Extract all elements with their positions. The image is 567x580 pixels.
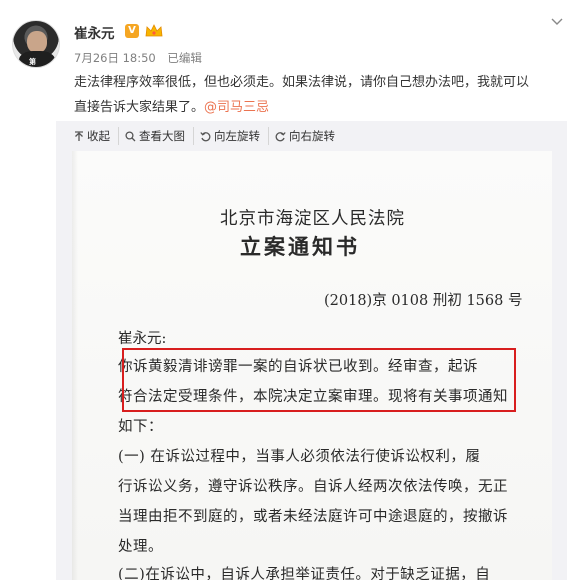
view-large-button[interactable]: 查看大图 xyxy=(125,127,194,145)
post-date[interactable]: 7月26日 18:50 xyxy=(74,51,156,65)
post-meta: 7月26日 18:50 已编辑 xyxy=(74,50,210,66)
image-toolbar: 收起 查看大图 向左旋转 向右旋转 xyxy=(56,121,567,151)
document-title: 立案通知书 xyxy=(240,234,360,259)
rotate-left-label: 向左旋转 xyxy=(214,129,260,143)
court-name: 北京市海淀区人民法院 xyxy=(220,209,405,229)
crown-icon[interactable] xyxy=(145,24,163,38)
avatar-watermark: 第 xyxy=(29,58,36,66)
media-panel: 收起 查看大图 向左旋转 向右旋转 北京市海淀区人民法院 立案通知书 (2018… xyxy=(56,121,567,580)
weibo-post-header: 第 崔永元 V 7月26日 18:50 已编辑 走法律程序效率很低，但也必须走。… xyxy=(0,0,567,122)
avatar-body xyxy=(19,51,55,67)
verified-v-icon[interactable]: V xyxy=(125,24,139,38)
collapse-label: 收起 xyxy=(87,129,110,143)
collapse-button[interactable]: 收起 xyxy=(74,127,119,145)
view-large-label: 查看大图 xyxy=(139,129,185,143)
document-image[interactable]: 北京市海淀区人民法院 立案通知书 (2018)京 0108 刑初 1568 号 … xyxy=(72,151,552,580)
recipient: 崔永元: xyxy=(118,331,167,347)
edited-label: 已编辑 xyxy=(167,51,202,65)
rotate-right-button[interactable]: 向右旋转 xyxy=(275,127,343,145)
post-text-line-2-content: 直接告诉大家结果了。 xyxy=(74,100,205,115)
highlight-box xyxy=(122,348,516,412)
post-text-line-2: 直接告诉大家结果了。@司马三忌 xyxy=(74,95,566,120)
document-line: 行诉讼义务，遵守诉讼秩序。自诉人经两次依法传唤，无正 xyxy=(118,479,508,495)
rotate-right-icon xyxy=(275,131,286,141)
case-number: (2018)京 0108 刑初 1568 号 xyxy=(324,293,523,309)
collapse-arrow-icon xyxy=(75,130,83,141)
document-line: 当理由拒不到庭的，或者未经法庭许可中途退庭的，按撤诉 xyxy=(118,509,508,525)
paper-edge-shadow xyxy=(72,151,78,580)
document-line: 处理。 xyxy=(118,539,163,555)
document-line: 如下： xyxy=(118,419,163,435)
post-text-line-1: 走法律程序效率很低，但也必须走。如果法律说，请你自己想办法吧，我就可以 xyxy=(74,75,530,90)
username[interactable]: 崔永元 xyxy=(74,22,115,42)
avatar[interactable]: 第 xyxy=(12,20,60,68)
avatar-face xyxy=(27,31,47,53)
rotate-left-button[interactable]: 向左旋转 xyxy=(200,127,269,145)
post-text: 走法律程序效率很低，但也必须走。如果法律说，请你自己想办法吧，我就可以 直接告诉… xyxy=(74,70,566,120)
chevron-down-icon[interactable] xyxy=(551,18,563,26)
rotate-left-icon xyxy=(200,131,211,141)
search-icon xyxy=(125,130,136,141)
document-line: (二)在诉讼中，自诉人承担举证责任。对于缺乏证据，自 xyxy=(118,567,491,580)
rotate-right-label: 向右旋转 xyxy=(289,129,335,143)
mention-link[interactable]: @司马三忌 xyxy=(204,100,269,115)
document-line: (一) 在诉讼过程中，当事人必须依法行使诉讼权利，履 xyxy=(118,449,481,465)
